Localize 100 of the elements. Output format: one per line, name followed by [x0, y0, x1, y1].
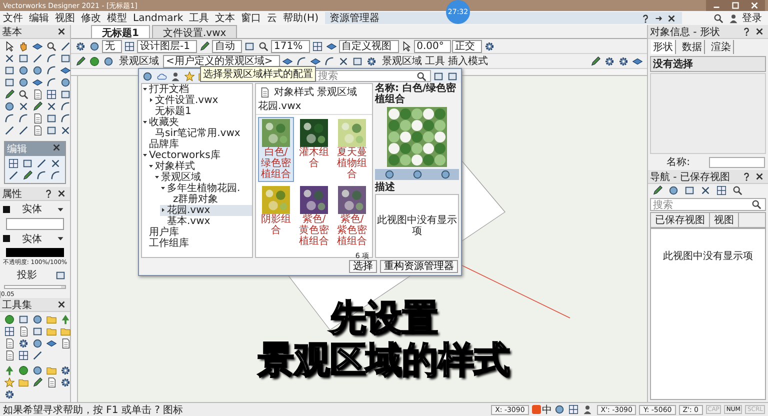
square-icon[interactable]: [18, 53, 29, 64]
square-icon[interactable]: [4, 77, 15, 88]
circle-icon[interactable]: [412, 169, 422, 180]
caret-icon[interactable]: [160, 207, 166, 214]
line-icon[interactable]: [8, 170, 19, 181]
tree-item[interactable]: 收藏夹: [142, 117, 252, 128]
resource-item[interactable]: 夏天蔓植物组合: [334, 117, 370, 182]
rotation-field[interactable]: 0.00°: [414, 40, 451, 52]
cross-icon[interactable]: [18, 101, 29, 112]
menu-item[interactable]: 窗口: [238, 11, 264, 25]
circle-icon[interactable]: [103, 56, 114, 66]
resource-item[interactable]: 紫色/紫色密植组合: [334, 184, 370, 249]
file-icon[interactable]: [4, 338, 15, 349]
view-dropdown[interactable]: 自定义视图: [338, 40, 399, 52]
circle-icon[interactable]: [668, 185, 679, 196]
polygon-icon[interactable]: [326, 40, 337, 52]
circle-icon[interactable]: [18, 65, 29, 76]
close-icon[interactable]: [666, 12, 677, 24]
line-icon[interactable]: [18, 125, 29, 136]
user-icon[interactable]: [582, 404, 593, 415]
file-icon[interactable]: [18, 326, 29, 337]
circle-icon[interactable]: [32, 65, 43, 76]
cross-icon[interactable]: [700, 185, 711, 196]
folder-icon[interactable]: [46, 314, 57, 325]
fill-swatch[interactable]: [3, 206, 10, 212]
help-icon[interactable]: [43, 188, 54, 199]
menu-item[interactable]: 帮助(H): [280, 11, 322, 25]
grid-icon[interactable]: [18, 350, 29, 361]
pen-style[interactable]: 实体: [13, 232, 51, 246]
arc-icon[interactable]: [4, 113, 15, 124]
square-icon[interactable]: [18, 314, 29, 325]
arc-icon[interactable]: [60, 113, 71, 124]
column-header[interactable]: 已保存视图: [651, 213, 710, 227]
column-header[interactable]: 视图: [710, 213, 739, 227]
gear-icon[interactable]: [484, 40, 495, 52]
menu-item[interactable]: 编辑: [26, 11, 52, 25]
close-icon[interactable]: [56, 26, 67, 37]
gear-icon[interactable]: [4, 389, 15, 400]
dialog-button[interactable]: 重构资源管理器: [380, 260, 458, 273]
close-icon[interactable]: [56, 299, 67, 310]
close-icon[interactable]: [754, 171, 765, 182]
square-icon[interactable]: [22, 158, 33, 169]
pencil-icon[interactable]: [4, 89, 15, 100]
tree-item[interactable]: 景观区域: [154, 172, 252, 183]
square-icon[interactable]: [4, 65, 15, 76]
grid-icon[interactable]: [8, 158, 19, 169]
search-icon[interactable]: [258, 40, 269, 52]
square-icon[interactable]: [55, 270, 66, 281]
dialog-button[interactable]: 选择: [349, 260, 377, 273]
resource-item[interactable]: 阴影组合: [258, 184, 294, 249]
grid-icon[interactable]: [124, 40, 135, 52]
ime-logo-icon[interactable]: [532, 405, 541, 414]
pencil-icon[interactable]: [590, 56, 601, 66]
tree-item[interactable]: 工作组库: [142, 238, 252, 249]
pen-swatch[interactable]: [3, 235, 10, 242]
close-icon[interactable]: [51, 142, 62, 153]
cross-icon[interactable]: [338, 56, 349, 66]
user-icon[interactable]: [170, 70, 181, 82]
arc-icon[interactable]: [50, 170, 61, 181]
line-icon[interactable]: [32, 350, 43, 361]
gear-icon[interactable]: [618, 56, 629, 66]
square-icon[interactable]: [46, 113, 57, 124]
login-link[interactable]: 登录: [742, 11, 762, 25]
circle-icon[interactable]: [440, 169, 450, 180]
search-icon[interactable]: [18, 89, 29, 100]
pencil-icon[interactable]: [22, 170, 33, 181]
circle-icon[interactable]: [142, 70, 153, 82]
caret-icon[interactable]: [142, 119, 148, 126]
menu-item[interactable]: 云: [264, 11, 280, 25]
grid-icon[interactable]: [46, 89, 57, 100]
polygon-icon[interactable]: [32, 77, 43, 88]
search-icon[interactable]: [416, 70, 427, 82]
circle-icon[interactable]: [60, 77, 71, 88]
grid-icon[interactable]: [716, 185, 727, 196]
gear-icon[interactable]: [18, 338, 29, 349]
file-icon[interactable]: [32, 89, 43, 100]
polygon-icon[interactable]: [60, 65, 71, 76]
arc-icon[interactable]: [18, 113, 29, 124]
line-icon[interactable]: [4, 125, 15, 136]
tree-item[interactable]: 文件设置.vwx: [148, 95, 252, 106]
resource-item[interactable]: 灌木组合: [296, 117, 332, 182]
arc-icon[interactable]: [46, 77, 57, 88]
info-tab[interactable]: 数据: [680, 40, 705, 54]
file-icon[interactable]: [32, 113, 43, 124]
file-icon[interactable]: [259, 86, 270, 98]
arc-icon[interactable]: [36, 170, 47, 181]
square-icon[interactable]: [447, 70, 458, 82]
file-icon[interactable]: [60, 338, 71, 349]
circle-icon[interactable]: [384, 169, 394, 180]
pencil-icon[interactable]: [75, 56, 86, 66]
scale-dropdown[interactable]: 自动: [212, 40, 242, 52]
arc-icon[interactable]: [60, 101, 71, 112]
grid-icon[interactable]: [312, 40, 323, 52]
gear-icon[interactable]: [604, 56, 615, 66]
square-icon[interactable]: [244, 40, 255, 52]
square-icon[interactable]: [60, 53, 71, 64]
square-icon[interactable]: [684, 185, 695, 196]
cross-icon[interactable]: [60, 125, 71, 136]
grid-icon[interactable]: [568, 404, 579, 415]
menu-item[interactable]: 工具: [186, 11, 212, 25]
